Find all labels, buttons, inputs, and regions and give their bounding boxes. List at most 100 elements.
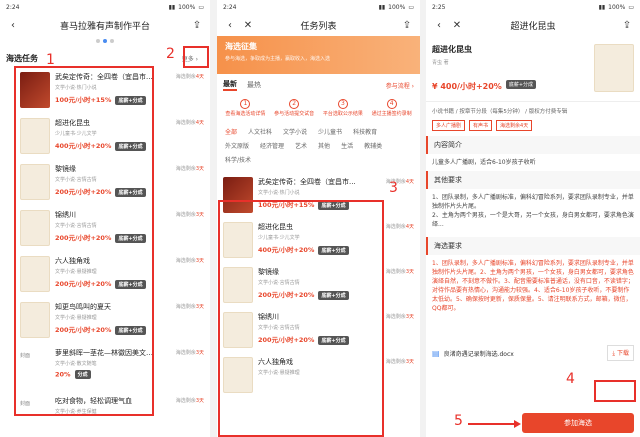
item-title: 武矣定传奇：全四卷（宜昌市...: [258, 178, 356, 186]
process-step: 3 平台选取公示结果: [321, 99, 365, 118]
step-label: 平台选取公示结果: [322, 111, 363, 117]
share-icon[interactable]: ⇪: [400, 20, 414, 31]
remain-days: 4天: [405, 224, 414, 230]
remain-days: 3天: [405, 359, 414, 365]
highlight-box-2: [183, 46, 209, 68]
download-label: 下载: [616, 350, 629, 357]
other-title: 其他要求: [426, 171, 640, 189]
arrow-head-icon: [514, 420, 521, 428]
banner-title: 海选征集: [225, 42, 257, 51]
tab-hottest[interactable]: 最热: [247, 80, 261, 90]
item-remain: 海选剩余4天: [176, 119, 204, 126]
step-number: 4: [386, 99, 397, 109]
remain-label: 海选剩余: [385, 269, 406, 275]
item-remain: 海选剩余3天: [176, 349, 204, 356]
remain-label: 海选剩余: [175, 350, 196, 356]
document-icon: ▤: [432, 348, 440, 358]
join-audition-button[interactable]: 参加海选: [522, 413, 634, 433]
meta-tag: 海选剩余4天: [496, 120, 533, 131]
remain-days: 3天: [195, 350, 204, 356]
filter-chip[interactable]: 艺术: [291, 139, 311, 152]
close-icon[interactable]: ✕: [241, 20, 255, 31]
step-number: 2: [289, 99, 300, 109]
battery-level: 100%: [388, 3, 406, 11]
book-author: 青虫 著: [432, 60, 449, 66]
status-bar: 2:24 ▮▮ 100% ▭: [217, 0, 420, 14]
intro-text: 儿童多人广播剧，适合6-10岁孩子收听: [432, 159, 536, 166]
filter-chip[interactable]: 少儿童书: [314, 125, 346, 138]
book-title: 超进化昆虫: [432, 45, 472, 54]
carousel-dots: [0, 36, 210, 46]
other-text: 1、团队录制，多人广播剧标准，偏科幻冒险系列，要求团队录制专业，并单独制作片头片…: [432, 194, 634, 228]
remain-label: 海选剩余: [175, 166, 196, 172]
price-tag: 底薪+分成: [505, 80, 537, 89]
panel-platform-home: 2:24 ▮▮ 100% ▭ ‹ 喜马拉雅有声制作平台 ⇪ 海选任务 更多 › 武矣…: [0, 0, 210, 437]
status-time: 2:24: [6, 3, 20, 11]
nav-bar: ‹ 喜马拉雅有声制作平台 ⇪: [0, 14, 210, 36]
filter-chip[interactable]: 科学/技术: [221, 153, 255, 166]
remain-label: 海选剩余: [175, 120, 196, 126]
annotation-arrow: [468, 423, 518, 425]
remain-days: 4天: [195, 74, 204, 80]
battery-icon: ▭: [628, 3, 634, 11]
annotation-1: 1: [46, 52, 55, 68]
meta-line: 小说书籍 / 按章节分段（每集5分钟） / 版权方付费专辑: [432, 109, 568, 115]
sort-tabs: 最新 最热 参与流程 ›: [217, 74, 420, 96]
nav-bar: ‹ ✕ 任务列表 ⇪: [217, 14, 420, 36]
step-label: 查看海选活动详情: [225, 111, 266, 117]
book-cover: [594, 44, 634, 92]
back-arrow-icon[interactable]: ‹: [432, 20, 446, 31]
filter-chip[interactable]: 教辅类: [360, 139, 386, 152]
remain-days: 3天: [195, 258, 204, 264]
annotation-3: 3: [389, 180, 398, 196]
meta-tag: 多人广播剧: [432, 120, 466, 131]
requirements-text: 1、团队录制，多人广播剧标准，偏科幻冒险系列，要求团队录制专业，并单独制作片头片…: [432, 260, 634, 312]
item-remain: 海选剩余3天: [386, 358, 414, 365]
filter-chip[interactable]: 其他: [314, 139, 334, 152]
item-remain: 海选剩余4天: [176, 73, 204, 80]
section-title: 海选任务: [6, 54, 38, 63]
filter-chip[interactable]: 文学小说: [279, 125, 311, 138]
book-meta: 小说书籍 / 按章节分段（每集5分钟） / 版权方付费专辑 多人广播剧 有声书 …: [426, 102, 640, 136]
banner-subtitle: 参与海选，争取成为主播，赢取收入，海选入选: [225, 56, 331, 62]
book-price: ¥ 400/小时+20%: [432, 82, 502, 91]
remain-days: 3天: [195, 304, 204, 310]
status-time: 2:24: [223, 3, 237, 11]
battery-icon: ▭: [408, 3, 414, 11]
dot: [96, 39, 100, 43]
item-remain: 海选剩余3天: [176, 257, 204, 264]
filter-chip[interactable]: 科技教育: [349, 125, 381, 138]
share-icon[interactable]: ⇪: [190, 20, 204, 31]
attachment-name: 良渚奇遇记录制海选.docx: [443, 350, 514, 358]
requirements-title: 海选要求: [426, 237, 640, 255]
battery-level: 100%: [608, 3, 626, 11]
remain-label: 海选剩余: [385, 224, 406, 230]
remain-label: 海选剩余: [385, 359, 406, 365]
back-arrow-icon[interactable]: ‹: [223, 20, 237, 31]
item-remain: 海选剩余3天: [176, 211, 204, 218]
filter-chip[interactable]: 人文社科: [244, 125, 276, 138]
book-header: 超进化昆虫 青虫 著 ¥ 400/小时+20% 底薪+分成: [426, 36, 640, 102]
step-label: 参与活动提交试音: [274, 111, 315, 117]
download-button[interactable]: ⤓ 下载: [607, 345, 634, 361]
share-icon[interactable]: ⇪: [620, 20, 634, 31]
item-remain: 海选剩余3天: [176, 397, 204, 404]
battery-icon: ▭: [198, 3, 204, 11]
filter-chip[interactable]: 外文原版: [221, 139, 253, 152]
banner[interactable]: 海选征集 参与海选，争取成为主播，赢取收入，海选入选: [217, 36, 420, 74]
tab-latest[interactable]: 最新: [223, 79, 237, 91]
remain-label: 海选剩余: [175, 258, 196, 264]
filter-chip[interactable]: 经济管理: [256, 139, 288, 152]
filter-chip[interactable]: 全部: [221, 125, 241, 138]
signal-icon: ▮▮: [598, 3, 606, 11]
item-remain: 海选剩余4天: [386, 223, 414, 230]
back-arrow-icon[interactable]: ‹: [6, 20, 20, 31]
category-filters: 全部 人文社科 文学小说 少儿童书 科技教育外文原版 经济管理 艺术 其他 生活 教辅类科学/技术: [217, 121, 420, 168]
flow-link[interactable]: 参与流程 ›: [386, 81, 414, 90]
filter-chip[interactable]: 生活: [337, 139, 357, 152]
close-icon[interactable]: ✕: [450, 20, 464, 31]
remain-days: 3天: [195, 166, 204, 172]
step-label: 通过主播签约录制: [371, 111, 412, 117]
highlight-box-1: [14, 66, 154, 416]
dot-active: [103, 39, 107, 43]
